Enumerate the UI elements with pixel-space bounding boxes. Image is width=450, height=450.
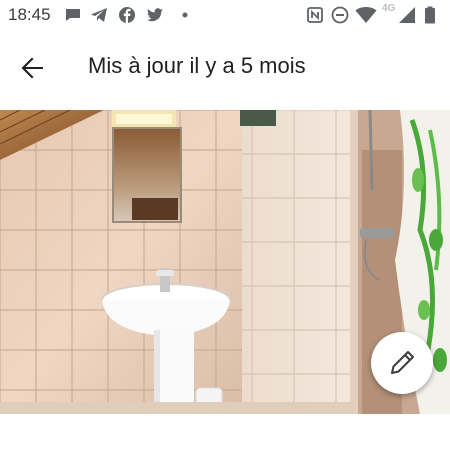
arrow-back-icon[interactable] [16, 52, 48, 84]
page-title: Mis à jour il y a 5 mois [88, 53, 306, 78]
pencil-icon [391, 351, 414, 374]
chat-icon [66, 9, 80, 21]
twitter-icon [147, 8, 163, 22]
status-bar: 18:45 4G [0, 0, 450, 32]
status-time: 18:45 [8, 5, 51, 24]
battery-icon [425, 6, 435, 24]
signal-icon [399, 7, 415, 23]
nfc-icon [307, 7, 323, 23]
edit-button[interactable] [371, 332, 433, 394]
telegram-icon [91, 8, 107, 22]
network-label: 4G [382, 3, 396, 14]
dot-icon [182, 12, 188, 18]
wifi-icon [355, 7, 377, 23]
facebook-icon [119, 7, 135, 23]
do-not-disturb-icon [331, 6, 349, 24]
app-bar: Mis à jour il y a 5 mois [0, 40, 450, 96]
